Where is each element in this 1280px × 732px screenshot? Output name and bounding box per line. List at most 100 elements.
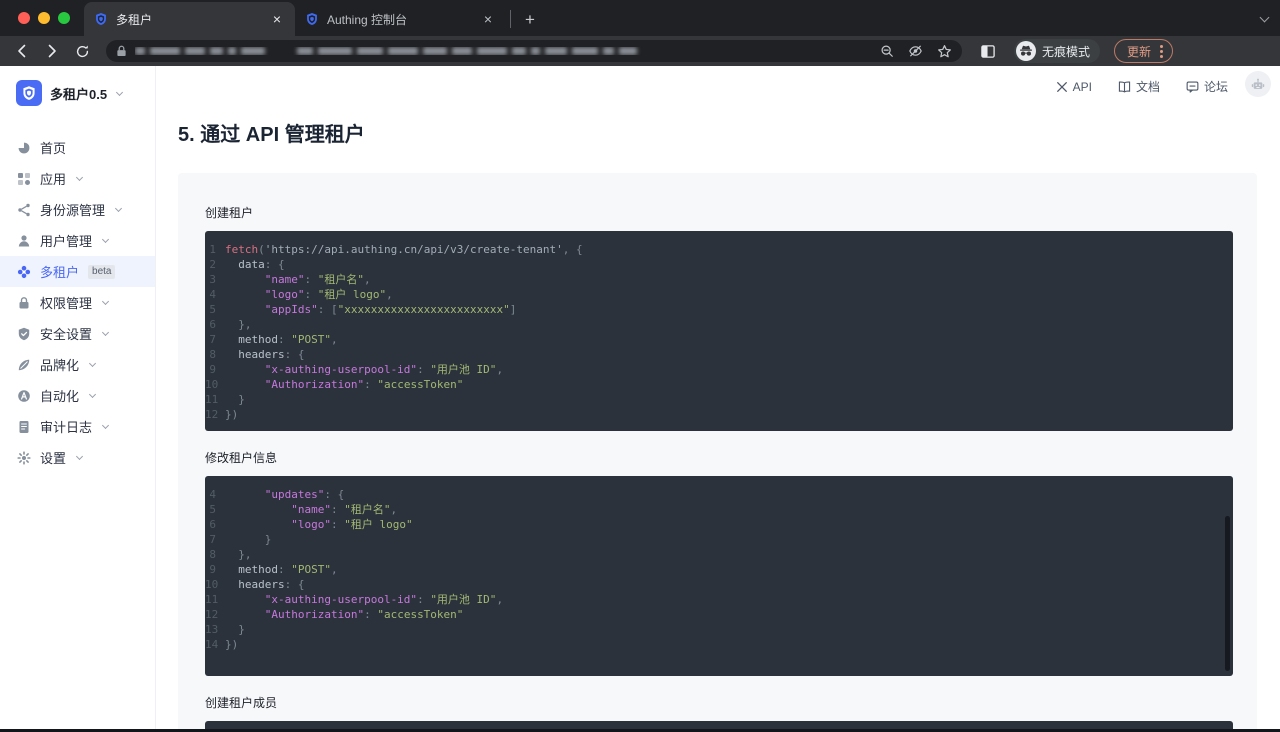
code-token: "accessToken" (377, 378, 463, 391)
new-tab-button[interactable]: + (515, 10, 545, 30)
authing-shield-favicon (94, 12, 108, 26)
line-number: 9 (205, 562, 225, 577)
audit-icon (17, 420, 31, 434)
sidebar: 多租户0.5 首页应用身份源管理用户管理多租户beta 权限管理安全设置品牌化自动… (0, 66, 156, 732)
code-token: headers (225, 348, 285, 361)
chevron-down-icon (102, 298, 109, 305)
chevron-down-icon[interactable] (1260, 13, 1270, 23)
api-link-label: API (1073, 80, 1092, 94)
code-block[interactable]: 4 "updates": { 5 "name": "租户名", 6 "logo"… (205, 476, 1233, 676)
docs-link-label: 文档 (1136, 78, 1160, 95)
code-token: "accessToken" (377, 608, 463, 621)
sidebar-item-label: 权限管理 (40, 293, 92, 312)
url-address-bar[interactable] (106, 40, 962, 62)
code-token: , (331, 333, 338, 346)
code-token: "updates" (225, 488, 324, 501)
code-token: : { (265, 258, 285, 271)
code-token: , { (563, 243, 583, 256)
incognito-badge: 无痕模式 (1014, 39, 1100, 63)
line-number: 6 (205, 517, 225, 532)
incognito-icon (1016, 41, 1036, 61)
code-token: headers (225, 578, 285, 591)
code-token: "Authorization" (225, 378, 364, 391)
code-token: : (364, 378, 377, 391)
sidebar-item-多租户[interactable]: 多租户beta (0, 256, 155, 287)
line-number: 10 (205, 577, 225, 592)
browser-tab-multitenant[interactable]: 多租户 × (84, 2, 295, 36)
update-button[interactable]: 更新 (1114, 39, 1173, 63)
sidebar-item-品牌化[interactable]: 品牌化 (0, 349, 155, 380)
reload-icon[interactable] (70, 39, 94, 63)
chevron-down-icon (116, 88, 123, 95)
assistant-robot-avatar[interactable] (1245, 71, 1271, 97)
code-token: } (225, 393, 245, 406)
code-token: , (496, 593, 503, 606)
line-number: 1 (205, 242, 225, 257)
bookmark-star-icon[interactable] (937, 44, 952, 59)
sidebar-item-应用[interactable]: 应用 (0, 163, 155, 194)
tab-close-icon[interactable]: × (269, 11, 285, 27)
code-token: ( (258, 243, 265, 256)
code-token: : (331, 503, 344, 516)
code-token: 'https://api.authing.cn/api/v3/create-te… (265, 243, 563, 256)
code-token: ] (510, 303, 517, 316)
brand-icon (17, 358, 31, 372)
line-number: 4 (205, 487, 225, 502)
docs-link[interactable]: 文档 (1118, 78, 1160, 95)
forward-icon[interactable] (40, 39, 64, 63)
section-label: 创建租户成员 (205, 694, 1233, 711)
code-token: "POST" (291, 333, 331, 346)
sidebar-item-身份源管理[interactable]: 身份源管理 (0, 194, 155, 225)
code-token: }) (225, 408, 238, 421)
tab-close-icon[interactable]: × (480, 11, 496, 27)
window-zoom-button[interactable] (58, 12, 70, 24)
forum-link[interactable]: 论坛 (1186, 78, 1228, 95)
sidebar-item-设置[interactable]: 设置 (0, 442, 155, 473)
line-number: 9 (205, 362, 225, 377)
forum-link-label: 论坛 (1204, 78, 1228, 95)
code-token: : (278, 563, 291, 576)
authing-shield-favicon (305, 12, 319, 26)
window-minimize-button[interactable] (38, 12, 50, 24)
workspace-switcher[interactable]: 多租户0.5 (0, 80, 155, 106)
kebab-menu-icon[interactable] (1157, 45, 1166, 58)
code-token: : (417, 593, 430, 606)
line-number: 4 (205, 287, 225, 302)
tab-title: Authing 控制台 (327, 11, 472, 28)
sidebar-item-label: 多租户 (40, 262, 79, 281)
settings-icon (17, 451, 31, 465)
browser-tabstrip: 多租户 × Authing 控制台 × + (0, 0, 1280, 36)
code-token: : (304, 288, 317, 301)
sidebar-item-自动化[interactable]: 自动化 (0, 380, 155, 411)
sidebar-item-用户管理[interactable]: 用户管理 (0, 225, 155, 256)
doc-panel: 创建租户1fetch('https://api.authing.cn/api/v… (178, 173, 1257, 732)
sidebar-item-label: 身份源管理 (40, 200, 105, 219)
scrollbar-thumb[interactable] (1225, 516, 1230, 671)
forum-bubble-icon (1186, 81, 1199, 93)
eye-off-icon[interactable] (908, 44, 923, 58)
code-block[interactable]: 1fetch('https://api.authing.cn/api/v3/cr… (205, 231, 1233, 431)
sidebar-item-安全设置[interactable]: 安全设置 (0, 318, 155, 349)
zoom-icon[interactable] (880, 44, 894, 58)
sidebar-item-label: 安全设置 (40, 324, 92, 343)
browser-tab-console[interactable]: Authing 控制台 × (295, 2, 506, 36)
api-link[interactable]: API (1056, 80, 1092, 94)
line-number: 12 (205, 607, 225, 622)
window-close-button[interactable] (18, 12, 30, 24)
code-token: "POST" (291, 563, 331, 576)
code-token: "租户 logo" (344, 518, 412, 531)
update-label: 更新 (1127, 43, 1151, 60)
line-number: 6 (205, 317, 225, 332)
sidebar-item-审计日志[interactable]: 审计日志 (0, 411, 155, 442)
code-token: : { (324, 488, 344, 501)
sidebar-item-权限管理[interactable]: 权限管理 (0, 287, 155, 318)
back-icon[interactable] (10, 39, 34, 63)
side-panel-icon[interactable] (976, 39, 1000, 63)
chevron-down-icon (89, 391, 96, 398)
line-number: 13 (205, 622, 225, 637)
sidebar-item-首页[interactable]: 首页 (0, 132, 155, 163)
section-label: 修改租户信息 (205, 449, 1233, 466)
window-controls (18, 12, 70, 24)
authing-logo-icon (16, 80, 42, 106)
line-number: 3 (205, 272, 225, 287)
